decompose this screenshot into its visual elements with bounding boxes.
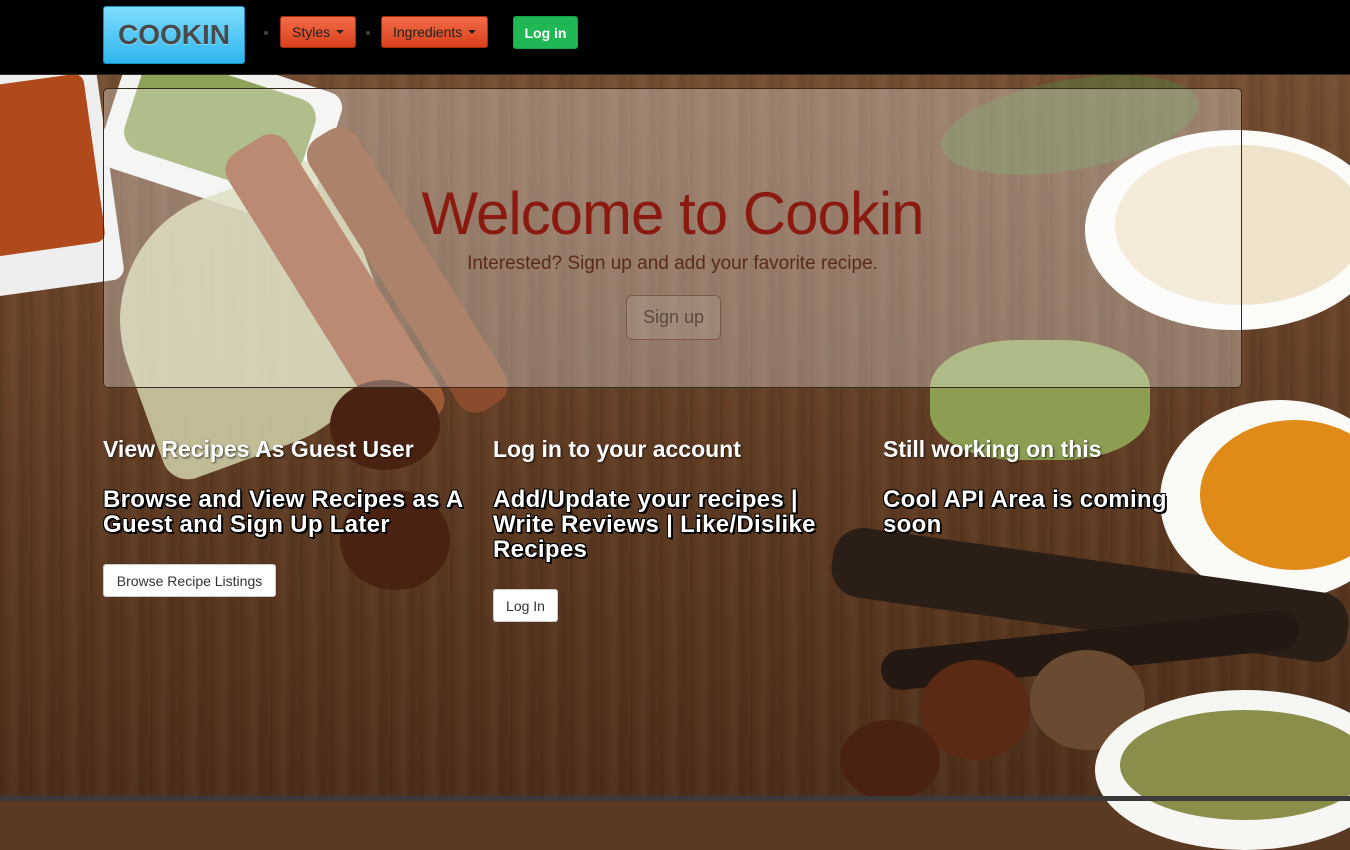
welcome-title: Welcome to Cookin <box>421 180 924 247</box>
chevron-down-icon <box>468 30 477 34</box>
styles-dropdown-label: Styles <box>292 24 331 40</box>
browse-recipes-button[interactable]: Browse Recipe Listings <box>103 564 276 597</box>
api-subheading: Cool API Area is coming soon <box>883 486 1167 538</box>
guest-subheading: Browse and View Recipes as A Guest and S… <box>103 486 463 538</box>
navbar: COOKIN Styles Ingredients Log in <box>0 0 1350 75</box>
login-button[interactable]: Log in <box>513 16 578 49</box>
nav-separator <box>366 31 370 35</box>
star-anise-4 <box>840 720 940 800</box>
api-heading: Still working on this <box>883 436 1102 462</box>
bottom-edge <box>0 796 1350 801</box>
login-subheading: Add/Update your recipes | Write Reviews … <box>493 486 816 563</box>
ingredients-dropdown-label: Ingredients <box>393 24 463 40</box>
signup-button[interactable]: Sign up <box>626 295 721 340</box>
chevron-down-icon <box>336 30 345 34</box>
guest-heading: View Recipes As Guest User <box>103 436 414 462</box>
guest-column: View Recipes As Guest User Browse and Vi… <box>103 436 473 537</box>
nav-separator <box>264 31 268 35</box>
column-login-button[interactable]: Log In <box>493 589 558 622</box>
login-heading: Log in to your account <box>493 436 741 462</box>
api-column: Still working on this Cool API Area is c… <box>883 436 1203 537</box>
ingredients-dropdown[interactable]: Ingredients <box>381 16 488 48</box>
welcome-lead-text: Interested? Sign up and add your favorit… <box>467 253 878 274</box>
welcome-jumbotron: Welcome to Cookin Interested? Sign up an… <box>103 88 1242 388</box>
brand-logo-button[interactable]: COOKIN <box>103 6 245 64</box>
styles-dropdown[interactable]: Styles <box>280 16 356 48</box>
login-column: Log in to your account Add/Update your r… <box>493 436 863 562</box>
